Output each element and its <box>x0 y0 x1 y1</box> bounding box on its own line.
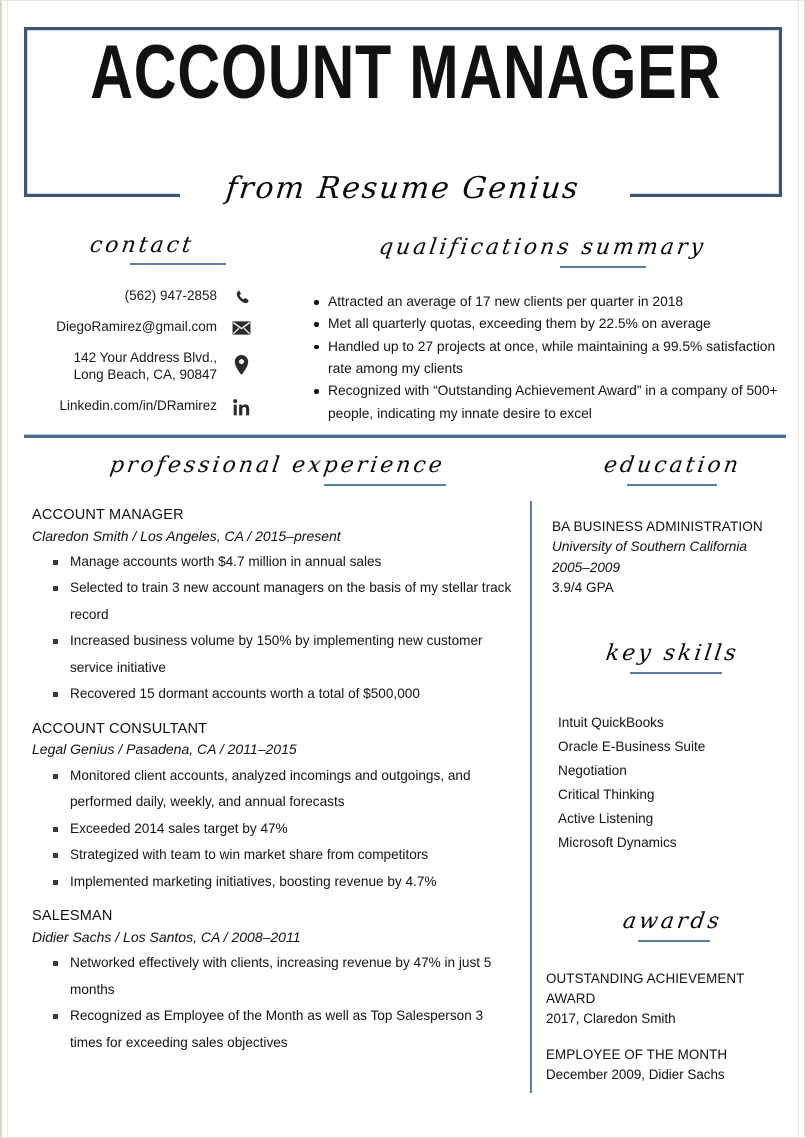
job-bullets: Monitored client accounts, analyzed inco… <box>32 763 512 896</box>
job-bullets: Networked effectively with clients, incr… <box>32 950 512 1056</box>
contact-heading: contact <box>42 233 242 265</box>
awards-heading-underline <box>638 940 710 942</box>
list-item: Handled up to 27 projects at once, while… <box>314 336 779 381</box>
location-pin-icon <box>229 354 253 375</box>
column-divider <box>530 501 532 1093</box>
list-item: Exceeded 2014 sales target by 47% <box>53 816 512 843</box>
education-heading-underline <box>627 484 717 486</box>
experience-entry: SALESMAN Didier Sachs / Los Santos, CA /… <box>32 907 512 1056</box>
envelope-icon <box>229 318 253 338</box>
job-bullets: Manage accounts worth $4.7 million in an… <box>32 549 512 708</box>
education-gpa: 3.9/4 GPA <box>552 580 614 596</box>
contact-phone-value: (562) 947-2858 <box>124 288 217 303</box>
award-name: OUTSTANDING ACHIEVEMENT AWARD <box>546 971 745 1007</box>
list-item: Strategized with team to win market shar… <box>53 842 512 869</box>
awards-heading: awards <box>572 909 772 942</box>
phone-icon <box>229 287 253 307</box>
education-school: University of Southern California <box>552 539 747 555</box>
job-meta: Didier Sachs / Los Santos, CA / 2008–201… <box>32 928 301 945</box>
experience-heading: professional experience <box>62 453 492 486</box>
list-item: Intuit QuickBooks <box>558 715 664 730</box>
skills-heading: key skills <box>572 641 772 674</box>
contact-address-line2: Long Beach, CA, 90847 <box>73 367 217 383</box>
qualifications-heading-label: qualifications summary <box>376 235 708 260</box>
list-item: Increased business volume by 150% by imp… <box>53 628 512 681</box>
list-item: Microsoft Dynamics <box>558 834 677 850</box>
education-block: BA BUSINESS ADMINISTRATION University of… <box>552 517 788 599</box>
qualifications-list: Attracted an average of 17 new clients p… <box>309 291 779 425</box>
contact-heading-underline <box>130 263 226 265</box>
contact-linkedin-row: Linkedin.com/in/DRamirez <box>28 397 253 417</box>
section-divider <box>24 435 786 438</box>
page-title: ACCOUNT MANAGER <box>90 30 722 115</box>
contact-address-line1: 142 Your Address Blvd., <box>73 349 217 365</box>
list-item: Recognized with “Outstanding Achievement… <box>314 380 779 425</box>
experience-heading-label: professional experience <box>107 453 447 478</box>
award-detail: 2017, Claredon Smith <box>546 1011 676 1027</box>
list-item: Met all quarterly quotas, exceeding them… <box>314 313 779 335</box>
linkedin-icon <box>229 397 253 417</box>
awards-heading-label: awards <box>620 909 724 934</box>
education-heading: education <box>572 453 772 486</box>
contact-address-row: 142 Your Address Blvd., Long Beach, CA, … <box>28 349 253 385</box>
experience-list: ACCOUNT MANAGER Claredon Smith / Los Ang… <box>32 506 512 1068</box>
qualifications-bullets: Attracted an average of 17 new clients p… <box>309 291 779 425</box>
job-meta: Legal Genius / Pasadena, CA / 2011–2015 <box>32 741 297 758</box>
resume-page: ACCOUNT MANAGER from Resume Genius conta… <box>0 0 806 1138</box>
list-item: Oracle E-Business Suite <box>558 738 706 754</box>
job-title: ACCOUNT CONSULTANT <box>32 720 208 737</box>
list-item: Active Listening <box>558 810 654 826</box>
list-item: Negotiation <box>558 762 627 778</box>
list-item: Implemented marketing initiatives, boost… <box>53 869 512 896</box>
education-degree: BA BUSINESS ADMINISTRATION <box>552 519 763 534</box>
qualifications-heading-underline <box>560 266 646 268</box>
award-detail: December 2009, Didier Sachs <box>546 1067 725 1083</box>
list-item: Selected to train 3 new account managers… <box>53 575 512 628</box>
experience-heading-underline <box>324 484 446 486</box>
contact-phone-row: (562) 947-2858 <box>28 287 253 305</box>
contact-email-row: DiegoRamirez@gmail.com <box>28 318 253 336</box>
list-item: Recovered 15 dormant accounts worth a to… <box>53 681 512 708</box>
award-entry: OUTSTANDING ACHIEVEMENT AWARD 2017, Clar… <box>546 969 782 1029</box>
education-years: 2005–2009 <box>552 559 621 575</box>
list-item: Networked effectively with clients, incr… <box>53 950 512 1003</box>
contact-list: (562) 947-2858 DiegoRamirez@gmail.com 14… <box>28 287 253 428</box>
skills-heading-underline <box>630 672 722 674</box>
job-meta: Claredon Smith / Los Angeles, CA / 2015–… <box>32 527 341 544</box>
contact-email-value: DiegoRamirez@gmail.com <box>56 318 217 334</box>
skills-heading-label: key skills <box>603 641 741 666</box>
education-heading-label: education <box>601 453 743 478</box>
skills-list: Intuit QuickBooks Oracle E-Business Suit… <box>552 711 788 855</box>
award-name: EMPLOYEE OF THE MONTH <box>546 1047 728 1063</box>
list-item: Critical Thinking <box>558 786 655 802</box>
list-item: Recognized as Employee of the Month as w… <box>53 1003 512 1056</box>
award-entry: EMPLOYEE OF THE MONTH December 2009, Did… <box>546 1045 782 1085</box>
contact-linkedin-value: Linkedin.com/in/DRamirez <box>59 398 217 414</box>
list-item: Manage accounts worth $4.7 million in an… <box>53 549 512 576</box>
awards-list: OUTSTANDING ACHIEVEMENT AWARD 2017, Clar… <box>546 969 782 1102</box>
qualifications-heading: qualifications summary <box>332 235 752 268</box>
contact-heading-label: contact <box>88 233 196 258</box>
header-subtitle: from Resume Genius <box>224 171 582 206</box>
job-title: SALESMAN <box>32 908 113 925</box>
experience-entry: ACCOUNT MANAGER Claredon Smith / Los Ang… <box>32 506 512 708</box>
job-title: ACCOUNT MANAGER <box>32 507 184 523</box>
experience-entry: ACCOUNT CONSULTANT Legal Genius / Pasade… <box>32 720 512 895</box>
list-item: Monitored client accounts, analyzed inco… <box>53 763 512 816</box>
list-item: Attracted an average of 17 new clients p… <box>314 291 779 313</box>
